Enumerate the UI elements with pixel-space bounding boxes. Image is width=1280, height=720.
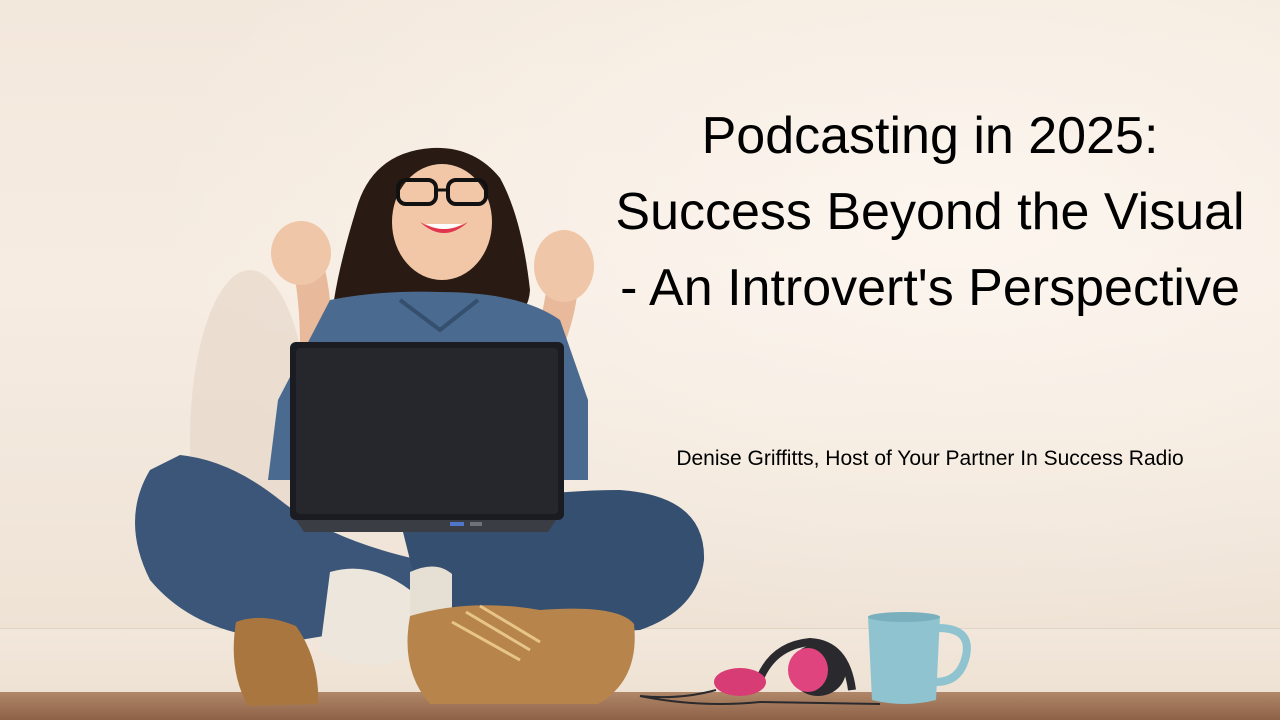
laptop-port: [470, 522, 482, 526]
headphone-pad-right: [788, 648, 828, 692]
laptop-lid-highlight: [296, 348, 558, 514]
headphone-cable: [639, 689, 881, 705]
cover-image: Podcasting in 2025: Success Beyond the V…: [0, 0, 1280, 720]
laptop: [290, 342, 564, 532]
right-boot: [407, 605, 635, 704]
mug-handle: [935, 624, 971, 686]
host-byline: Denise Griffitts, Host of Your Partner I…: [676, 447, 1184, 470]
coffee-mug: [868, 612, 971, 704]
mug-rim: [868, 612, 940, 622]
laptop-port: [450, 522, 464, 526]
mug-body: [868, 616, 940, 704]
left-fist: [271, 221, 331, 285]
episode-title: Podcasting in 2025: Success Beyond the V…: [615, 107, 1245, 317]
headphone-cup-left: [714, 668, 766, 696]
headphones: [639, 637, 881, 705]
right-fist: [534, 230, 594, 302]
laptop-base: [296, 520, 556, 532]
